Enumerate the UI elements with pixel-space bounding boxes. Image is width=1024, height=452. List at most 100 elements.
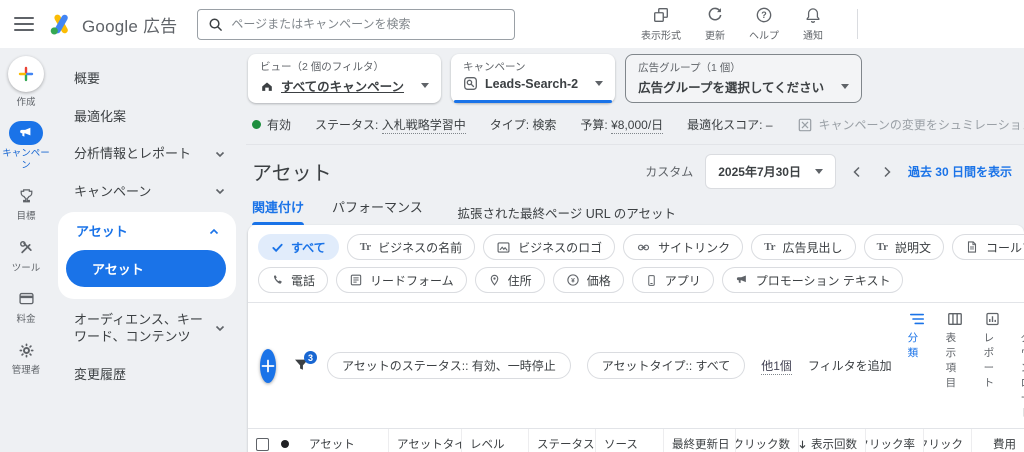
hamburger-menu-icon[interactable]: [14, 17, 34, 31]
sidebar-item-assets[interactable]: アセット: [58, 212, 236, 250]
help-icon: ?: [755, 6, 773, 24]
phone-icon: [271, 274, 284, 287]
rail-item-campaigns[interactable]: キャンペーン: [1, 121, 51, 171]
column-header-level[interactable]: レベル: [461, 429, 528, 452]
column-header-asset-type[interactable]: アセットタイプ: [388, 429, 461, 452]
refresh-button[interactable]: 更新: [705, 6, 725, 42]
global-search[interactable]: [197, 8, 516, 40]
campaign-selector[interactable]: キャンペーン Leads-Search-2: [451, 54, 616, 103]
svg-text:?: ?: [761, 10, 767, 20]
chip-promotion-text[interactable]: プロモーション テキスト: [721, 267, 904, 293]
create-label: 作成: [16, 97, 36, 108]
link-icon: [636, 240, 651, 255]
tab-associations[interactable]: 関連付け: [252, 197, 305, 225]
sort-descending-icon: [799, 439, 808, 450]
bell-icon: [804, 6, 822, 24]
sidebar-item-insights[interactable]: 分析情報とレポート: [52, 135, 242, 173]
column-header-avg-cpc[interactable]: 平均クリック: [923, 429, 971, 452]
sidebar-item-recommendations[interactable]: 最適化案: [52, 98, 242, 136]
chip-business-name[interactable]: Tr ビジネスの名前: [346, 234, 476, 260]
sidebar-item-assets-child[interactable]: アセット: [66, 249, 226, 287]
column-header-last-updated[interactable]: 最終更新日: [663, 429, 735, 452]
chip-headline[interactable]: Tr 広告見出し: [751, 234, 856, 260]
segment-icon: [908, 311, 926, 327]
sidebar-item-change-history[interactable]: 変更履歴: [52, 356, 242, 394]
select-all-checkbox[interactable]: [256, 437, 269, 451]
tab-performance[interactable]: パフォーマンス: [332, 197, 423, 225]
budget-field[interactable]: 予算: ¥8,000/日: [580, 116, 664, 134]
reports-button[interactable]: レポート: [984, 311, 1001, 390]
text-asset-icon: Tr: [876, 241, 888, 253]
date-mode-label: カスタム: [645, 165, 694, 179]
chip-call[interactable]: 電話: [258, 267, 329, 293]
topbar: Google 広告 表示形式 更新 ?: [0, 0, 1024, 48]
view-selector[interactable]: ビュー（2 個のフィルタ） すべてのキャンペーン: [248, 54, 442, 103]
next-period-button[interactable]: [878, 165, 896, 179]
column-header-source[interactable]: ソース: [595, 429, 663, 452]
chip-business-logo[interactable]: ビジネスのロゴ: [483, 234, 616, 260]
segment-button[interactable]: 分類: [908, 311, 926, 360]
rail-billing-label: 料金: [16, 313, 36, 325]
notifications-button[interactable]: 通知: [803, 6, 823, 42]
page-header: アセット カスタム 2025年7月30日 過去 30 日間を表示: [246, 145, 1024, 195]
chevron-up-icon: [208, 226, 220, 238]
context-bar: ビュー（2 個のフィルタ） すべてのキャンペーン キャンペーン Leads-Se…: [248, 54, 1024, 103]
megaphone-icon: [9, 121, 43, 146]
brand-title: Google 広告: [82, 16, 178, 36]
column-header-clicks[interactable]: クリック数: [735, 429, 798, 452]
chip-all[interactable]: すべて: [258, 234, 339, 260]
chip-lead-form[interactable]: リードフォーム: [336, 267, 467, 293]
create-button[interactable]: 作成: [1, 56, 51, 108]
billing-card-icon: [9, 287, 43, 311]
column-header-impressions[interactable]: 表示回数: [798, 429, 865, 452]
rail-item-admin[interactable]: 管理者: [1, 338, 51, 376]
date-picker[interactable]: 2025年7月30日: [705, 154, 836, 189]
chip-location[interactable]: 住所: [474, 267, 545, 293]
tab-expanded-final-url-assets[interactable]: 拡張された最終ページ URL のアセット: [451, 206, 683, 225]
help-label: ヘルプ: [749, 31, 779, 42]
mobile-icon: [645, 274, 658, 287]
chip-description[interactable]: Tr 説明文: [863, 234, 944, 260]
filter-chip-asset-status[interactable]: アセットのステータス:: 有効、一時停止: [327, 352, 571, 379]
simulate-changes-button: キャンペーンの変更をシュミレーション: [797, 116, 1024, 133]
status-field[interactable]: ステータス: 入札戦略学習中: [315, 116, 466, 134]
chip-callout[interactable]: コールアウト: [951, 234, 1024, 260]
column-header-status[interactable]: ステータス: [528, 429, 595, 452]
filter-chip-asset-type[interactable]: アセットタイプ:: すべて: [586, 352, 746, 379]
chip-app[interactable]: アプリ: [631, 267, 714, 293]
gear-icon: [9, 338, 43, 362]
ad-group-selector[interactable]: 広告グループ（1 個） 広告グループを選択してください: [625, 54, 863, 103]
campaign-status-bar: 有効 ステータス: 入札戦略学習中 タイプ: 検索 予算: ¥8,000/日 最…: [246, 111, 1024, 145]
column-header-cost[interactable]: 費用: [971, 429, 1024, 452]
tools-icon: [9, 236, 43, 260]
sidebar-item-campaigns[interactable]: キャンペーン: [52, 173, 242, 211]
rail-item-billing[interactable]: 料金: [1, 287, 51, 325]
chip-sitelink[interactable]: サイトリンク: [623, 234, 744, 260]
rail-admin-label: 管理者: [11, 365, 41, 377]
price-icon: ¥: [566, 273, 580, 287]
google-ads-logo-icon: [48, 11, 74, 37]
topbar-actions: 表示形式 更新 ? ヘルプ 通知: [641, 6, 1010, 42]
chip-price[interactable]: ¥ 価格: [552, 267, 624, 293]
show-last-30-days-link[interactable]: 過去 30 日間を表示: [908, 163, 1012, 180]
previous-period-button[interactable]: [848, 165, 866, 179]
column-header-ctr[interactable]: クリック率: [865, 429, 923, 452]
main-content: ビュー（2 個のフィルタ） すべてのキャンペーン キャンペーン Leads-Se…: [242, 48, 1024, 452]
sidebar-item-audiences[interactable]: オーディエンス、キーワード、コンテンツ: [52, 301, 242, 356]
help-button[interactable]: ? ヘルプ: [749, 6, 779, 42]
google-ads-app: Google 広告 表示形式 更新 ?: [0, 0, 1024, 452]
search-input[interactable]: [231, 17, 505, 31]
more-filters-link[interactable]: 他1個: [761, 357, 792, 375]
display-format-button[interactable]: 表示形式: [641, 6, 681, 42]
filter-button[interactable]: 3: [292, 351, 317, 375]
add-filter-link[interactable]: フィルタを追加: [808, 357, 892, 374]
sidebar-item-overview[interactable]: 概要: [52, 60, 242, 98]
chevron-down-icon: [214, 148, 226, 160]
add-asset-button[interactable]: [260, 348, 276, 383]
column-header-asset[interactable]: アセット: [301, 429, 388, 452]
rail-item-tools[interactable]: ツール: [1, 236, 51, 274]
simulate-icon: [797, 117, 813, 133]
columns-button[interactable]: 表示項目: [946, 311, 964, 390]
rail-item-goals[interactable]: 目標: [1, 184, 51, 222]
refresh-icon: [706, 6, 724, 24]
